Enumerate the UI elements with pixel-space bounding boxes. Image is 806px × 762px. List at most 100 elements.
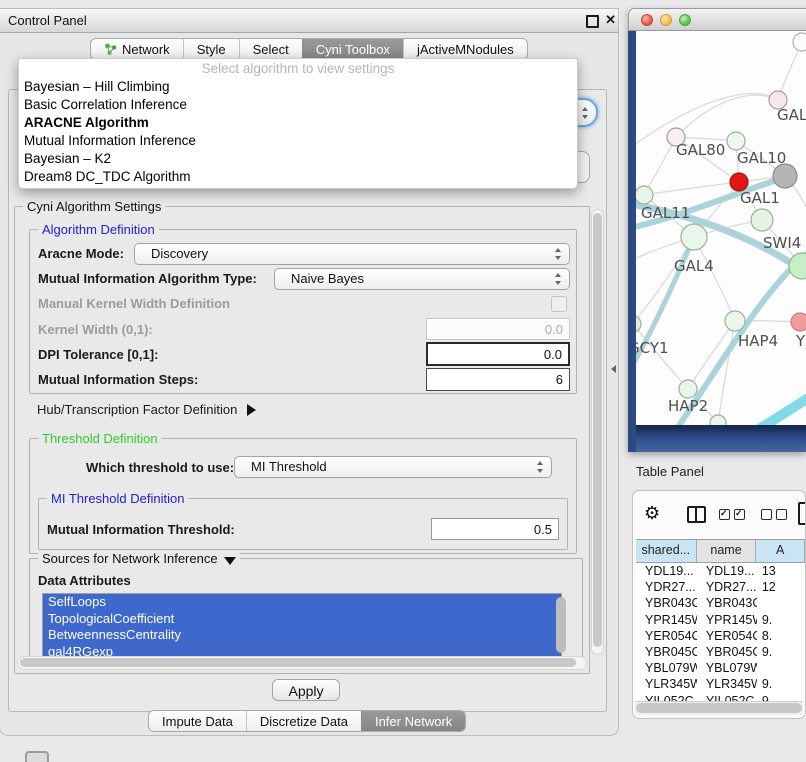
table-row[interactable]: YLR345WYLR345W9. xyxy=(636,676,805,692)
mi-type-label: Mutual Information Algorithm Type: xyxy=(38,271,257,286)
network-node[interactable] xyxy=(679,380,697,398)
algorithm-option[interactable]: Bayesian – Hill Climbing xyxy=(19,78,577,96)
table-body: YDL19...YDL19...13YDR27...YDR27...12YBR0… xyxy=(636,563,805,703)
document-icon[interactable] xyxy=(798,502,806,525)
network-node[interactable] xyxy=(636,186,653,204)
kernel-width-field[interactable]: 0.0 xyxy=(426,318,570,340)
table-horizontal-scrollbar[interactable] xyxy=(635,701,803,715)
threshold-definition-group: Threshold Definition Which threshold to … xyxy=(29,438,577,554)
table-row[interactable]: YPR145WYPR145W9. xyxy=(636,612,805,628)
close-icon[interactable]: ✕ xyxy=(605,12,616,28)
algorithm-dropdown-items: Bayesian – Hill ClimbingBasic Correlatio… xyxy=(19,78,577,186)
algorithm-option[interactable]: Mutual Information Inference xyxy=(19,132,577,150)
tab-label: Discretize Data xyxy=(260,714,348,729)
minimized-panel-icon[interactable] xyxy=(25,751,49,762)
data-attribute-item[interactable]: TopologicalCoefficient xyxy=(43,611,561,628)
sources-title[interactable]: Sources for Network Inference xyxy=(38,551,240,566)
mi-type-select[interactable]: Naive Bayes xyxy=(274,268,570,290)
settings-group-title: Cyni Algorithm Settings xyxy=(23,199,165,214)
select-all-icon[interactable] xyxy=(719,509,745,520)
network-node[interactable] xyxy=(791,313,806,331)
float-window-icon[interactable] xyxy=(586,15,599,28)
gear-icon[interactable]: ⚙ xyxy=(644,503,660,524)
expanded-arrow-icon xyxy=(224,557,236,565)
combo-spinner-icon xyxy=(537,461,544,473)
algorithm-option[interactable]: Bayesian – K2 xyxy=(19,150,577,168)
which-threshold-select[interactable]: MI Threshold xyxy=(234,456,552,478)
tab-label: Network xyxy=(122,42,170,57)
tab-network[interactable]: Network xyxy=(91,39,183,59)
mi-threshold-field[interactable]: 0.5 xyxy=(431,518,559,540)
tab-style[interactable]: Style xyxy=(183,39,239,59)
zoom-traffic-light-icon[interactable] xyxy=(679,14,691,26)
table-cell: YDL19... xyxy=(697,563,757,579)
table-row[interactable]: YER054CYER054C8. xyxy=(636,628,805,644)
tab-jactivemnodules[interactable]: jActiveMNodules xyxy=(403,39,527,59)
hub-expander[interactable]: Hub/Transcription Factor Definition xyxy=(37,401,256,419)
deselect-all-icon[interactable] xyxy=(761,509,787,520)
tab-label: Infer Network xyxy=(375,714,452,729)
close-traffic-light-icon[interactable] xyxy=(641,14,653,26)
algorithm-dropdown-placeholder: Select algorithm to view settings xyxy=(19,59,577,78)
table-cell: 13 xyxy=(757,563,805,579)
mi-steps-field[interactable]: 6 xyxy=(426,368,570,391)
control-panel-titlebar[interactable]: Control Panel ✕ xyxy=(0,9,618,33)
network-window-titlebar[interactable] xyxy=(628,8,806,31)
tab-select[interactable]: Select xyxy=(239,39,302,59)
node-label: GCY1 xyxy=(636,339,669,357)
algorithm-option[interactable]: Dream8 DC_TDC Algorithm xyxy=(19,168,577,186)
apply-button[interactable]: Apply xyxy=(272,679,340,701)
dpi-tolerance-field[interactable]: 0.0 xyxy=(426,342,570,366)
dpi-tolerance-label: DPI Tolerance [0,1]: xyxy=(38,347,158,362)
column-header[interactable]: A xyxy=(756,540,805,562)
network-node[interactable] xyxy=(725,311,745,331)
hub-expander-label: Hub/Transcription Factor Definition xyxy=(37,402,237,417)
table-cell: 8. xyxy=(757,628,805,644)
tab-impute-data[interactable]: Impute Data xyxy=(149,711,246,731)
data-attribute-item[interactable]: SelfLoops xyxy=(43,594,561,611)
mi-threshold-group-title: MI Threshold Definition xyxy=(47,491,188,506)
split-view-icon[interactable] xyxy=(687,506,706,523)
settings-vertical-scrollbar[interactable] xyxy=(591,209,604,655)
network-node[interactable] xyxy=(773,164,797,188)
column-header[interactable]: shared... xyxy=(636,540,697,562)
network-node[interactable] xyxy=(793,33,806,51)
network-node[interactable] xyxy=(727,132,745,150)
algorithm-option[interactable]: Basic Correlation Inference xyxy=(19,96,577,114)
network-canvas[interactable]: GALGAL80GAL10GAL1GAL11SWI4GAL4GCY1HAP4YH… xyxy=(636,31,806,425)
table-header-row: shared...nameA xyxy=(636,539,805,563)
network-node[interactable] xyxy=(710,415,726,425)
tab-discretize-data[interactable]: Discretize Data xyxy=(246,711,361,731)
table-row[interactable]: YBR043CYBR043C xyxy=(636,595,805,611)
table-cell xyxy=(757,595,805,611)
table-row[interactable]: YDR27...YDR27...12 xyxy=(636,579,805,595)
node-label: Y xyxy=(795,332,806,350)
column-header[interactable]: name xyxy=(697,540,757,562)
tab-label: jActiveMNodules xyxy=(417,42,514,57)
which-threshold-value: MI Threshold xyxy=(251,459,327,474)
split-pane-grip-icon[interactable] xyxy=(611,365,616,373)
network-node[interactable] xyxy=(789,253,806,279)
network-node[interactable] xyxy=(751,209,773,231)
aracne-mode-select[interactable]: Discovery xyxy=(134,243,570,265)
table-toolbar: ⚙ xyxy=(633,503,805,529)
table-cell: YBR043C xyxy=(697,595,757,611)
manual-kernel-checkbox[interactable] xyxy=(551,296,567,312)
network-node[interactable] xyxy=(681,224,707,250)
tab-infer-network[interactable]: Infer Network xyxy=(361,711,465,731)
algorithm-option[interactable]: ARACNE Algorithm xyxy=(19,114,577,132)
aracne-mode-label: Aracne Mode: xyxy=(38,246,124,261)
tab-label: Impute Data xyxy=(162,714,233,729)
list-scrollbar-thumb[interactable] xyxy=(556,597,566,653)
table-row[interactable]: YDL19...YDL19...13 xyxy=(636,563,805,579)
table-row[interactable]: YBR045CYBR045C9. xyxy=(636,644,805,660)
minimize-traffic-light-icon[interactable] xyxy=(660,14,672,26)
tab-cyni-toolbox[interactable]: Cyni Toolbox xyxy=(302,39,403,59)
network-node[interactable] xyxy=(636,316,641,332)
data-attribute-item[interactable]: BetweennessCentrality xyxy=(43,627,561,644)
settings-horizontal-scrollbar[interactable] xyxy=(17,656,587,670)
table-cell: YLR345W xyxy=(636,676,697,692)
table-cell: 9. xyxy=(757,676,805,692)
data-attributes-list[interactable]: SelfLoopsTopologicalCoefficientBetweenne… xyxy=(42,593,562,661)
table-row[interactable]: YBL079WYBL079W xyxy=(636,660,805,676)
